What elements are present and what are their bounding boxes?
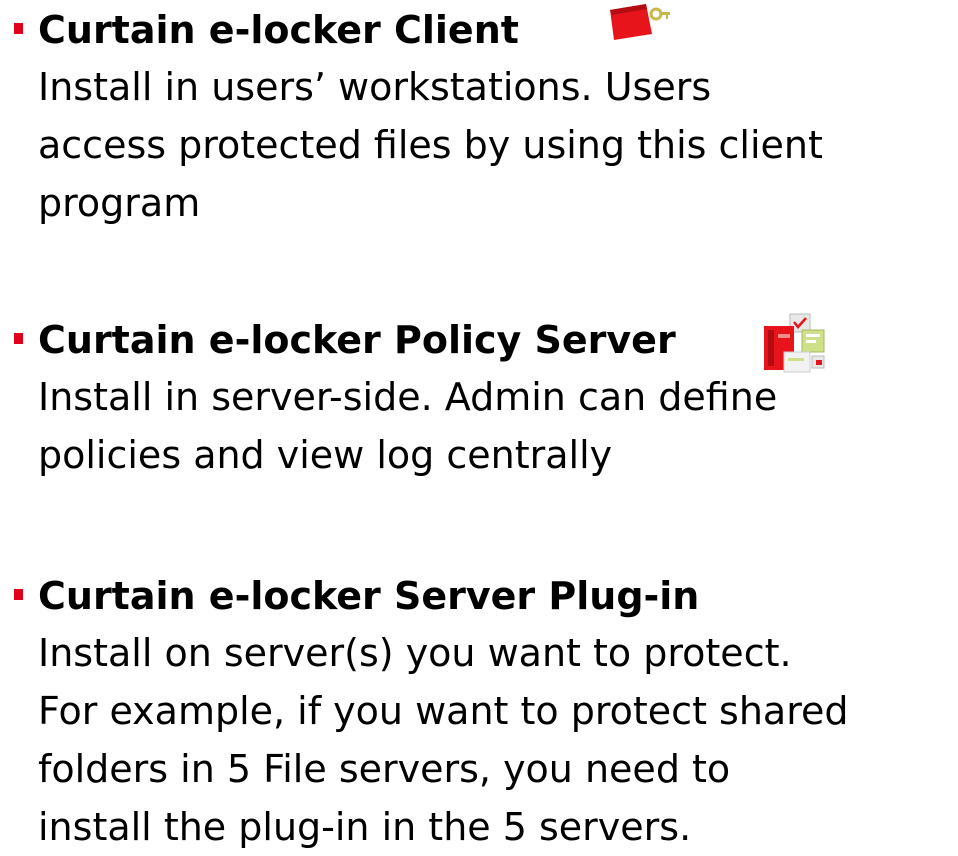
description-line: For example, if you want to protect shar…	[38, 689, 849, 733]
bullet-item-policy-server: Curtain e-locker Policy Server Install i…	[0, 312, 958, 484]
item-description: Install in server-side. Admin can define…	[0, 368, 958, 484]
description-line: folders in 5 File servers, you need to	[38, 747, 731, 791]
slide: { "items": [ { "title": "Curtain e-locke…	[0, 0, 958, 849]
item-title: Curtain e-locker Server Plug-in	[38, 574, 700, 618]
description-line: access protected files by using this cli…	[38, 123, 823, 167]
item-title: Curtain e-locker Client	[38, 8, 519, 52]
description-line: Install in server-side. Admin can define	[38, 375, 778, 419]
description-line: install the plug-in in the 5 servers.	[38, 805, 692, 849]
red-folder-key-icon	[610, 4, 670, 40]
bullet-heading-server-plugin: Curtain e-locker Server Plug-in	[0, 568, 958, 624]
red-square-bullet-icon	[14, 589, 23, 600]
item-description: Install in users’ workstations. Users ac…	[0, 58, 958, 232]
item-description: Install on server(s) you want to protect…	[0, 624, 958, 856]
item-title: Curtain e-locker Policy Server	[38, 318, 676, 362]
description-line: Install on server(s) you want to protect…	[38, 631, 792, 675]
description-line: Install in users’ workstations. Users	[38, 65, 712, 109]
description-line: policies and view log centrally	[38, 433, 613, 477]
red-square-bullet-icon	[14, 333, 23, 344]
bullet-heading-client: Curtain e-locker Client	[0, 2, 958, 58]
bullet-item-server-plugin: Curtain e-locker Server Plug-in Install …	[0, 568, 958, 856]
description-line: program	[38, 181, 201, 225]
policy-server-icon	[764, 313, 825, 373]
bullet-heading-policy-server: Curtain e-locker Policy Server	[0, 312, 958, 373]
bullet-item-client: Curtain e-locker Client Install in users…	[0, 2, 958, 232]
red-square-bullet-icon	[14, 23, 23, 34]
